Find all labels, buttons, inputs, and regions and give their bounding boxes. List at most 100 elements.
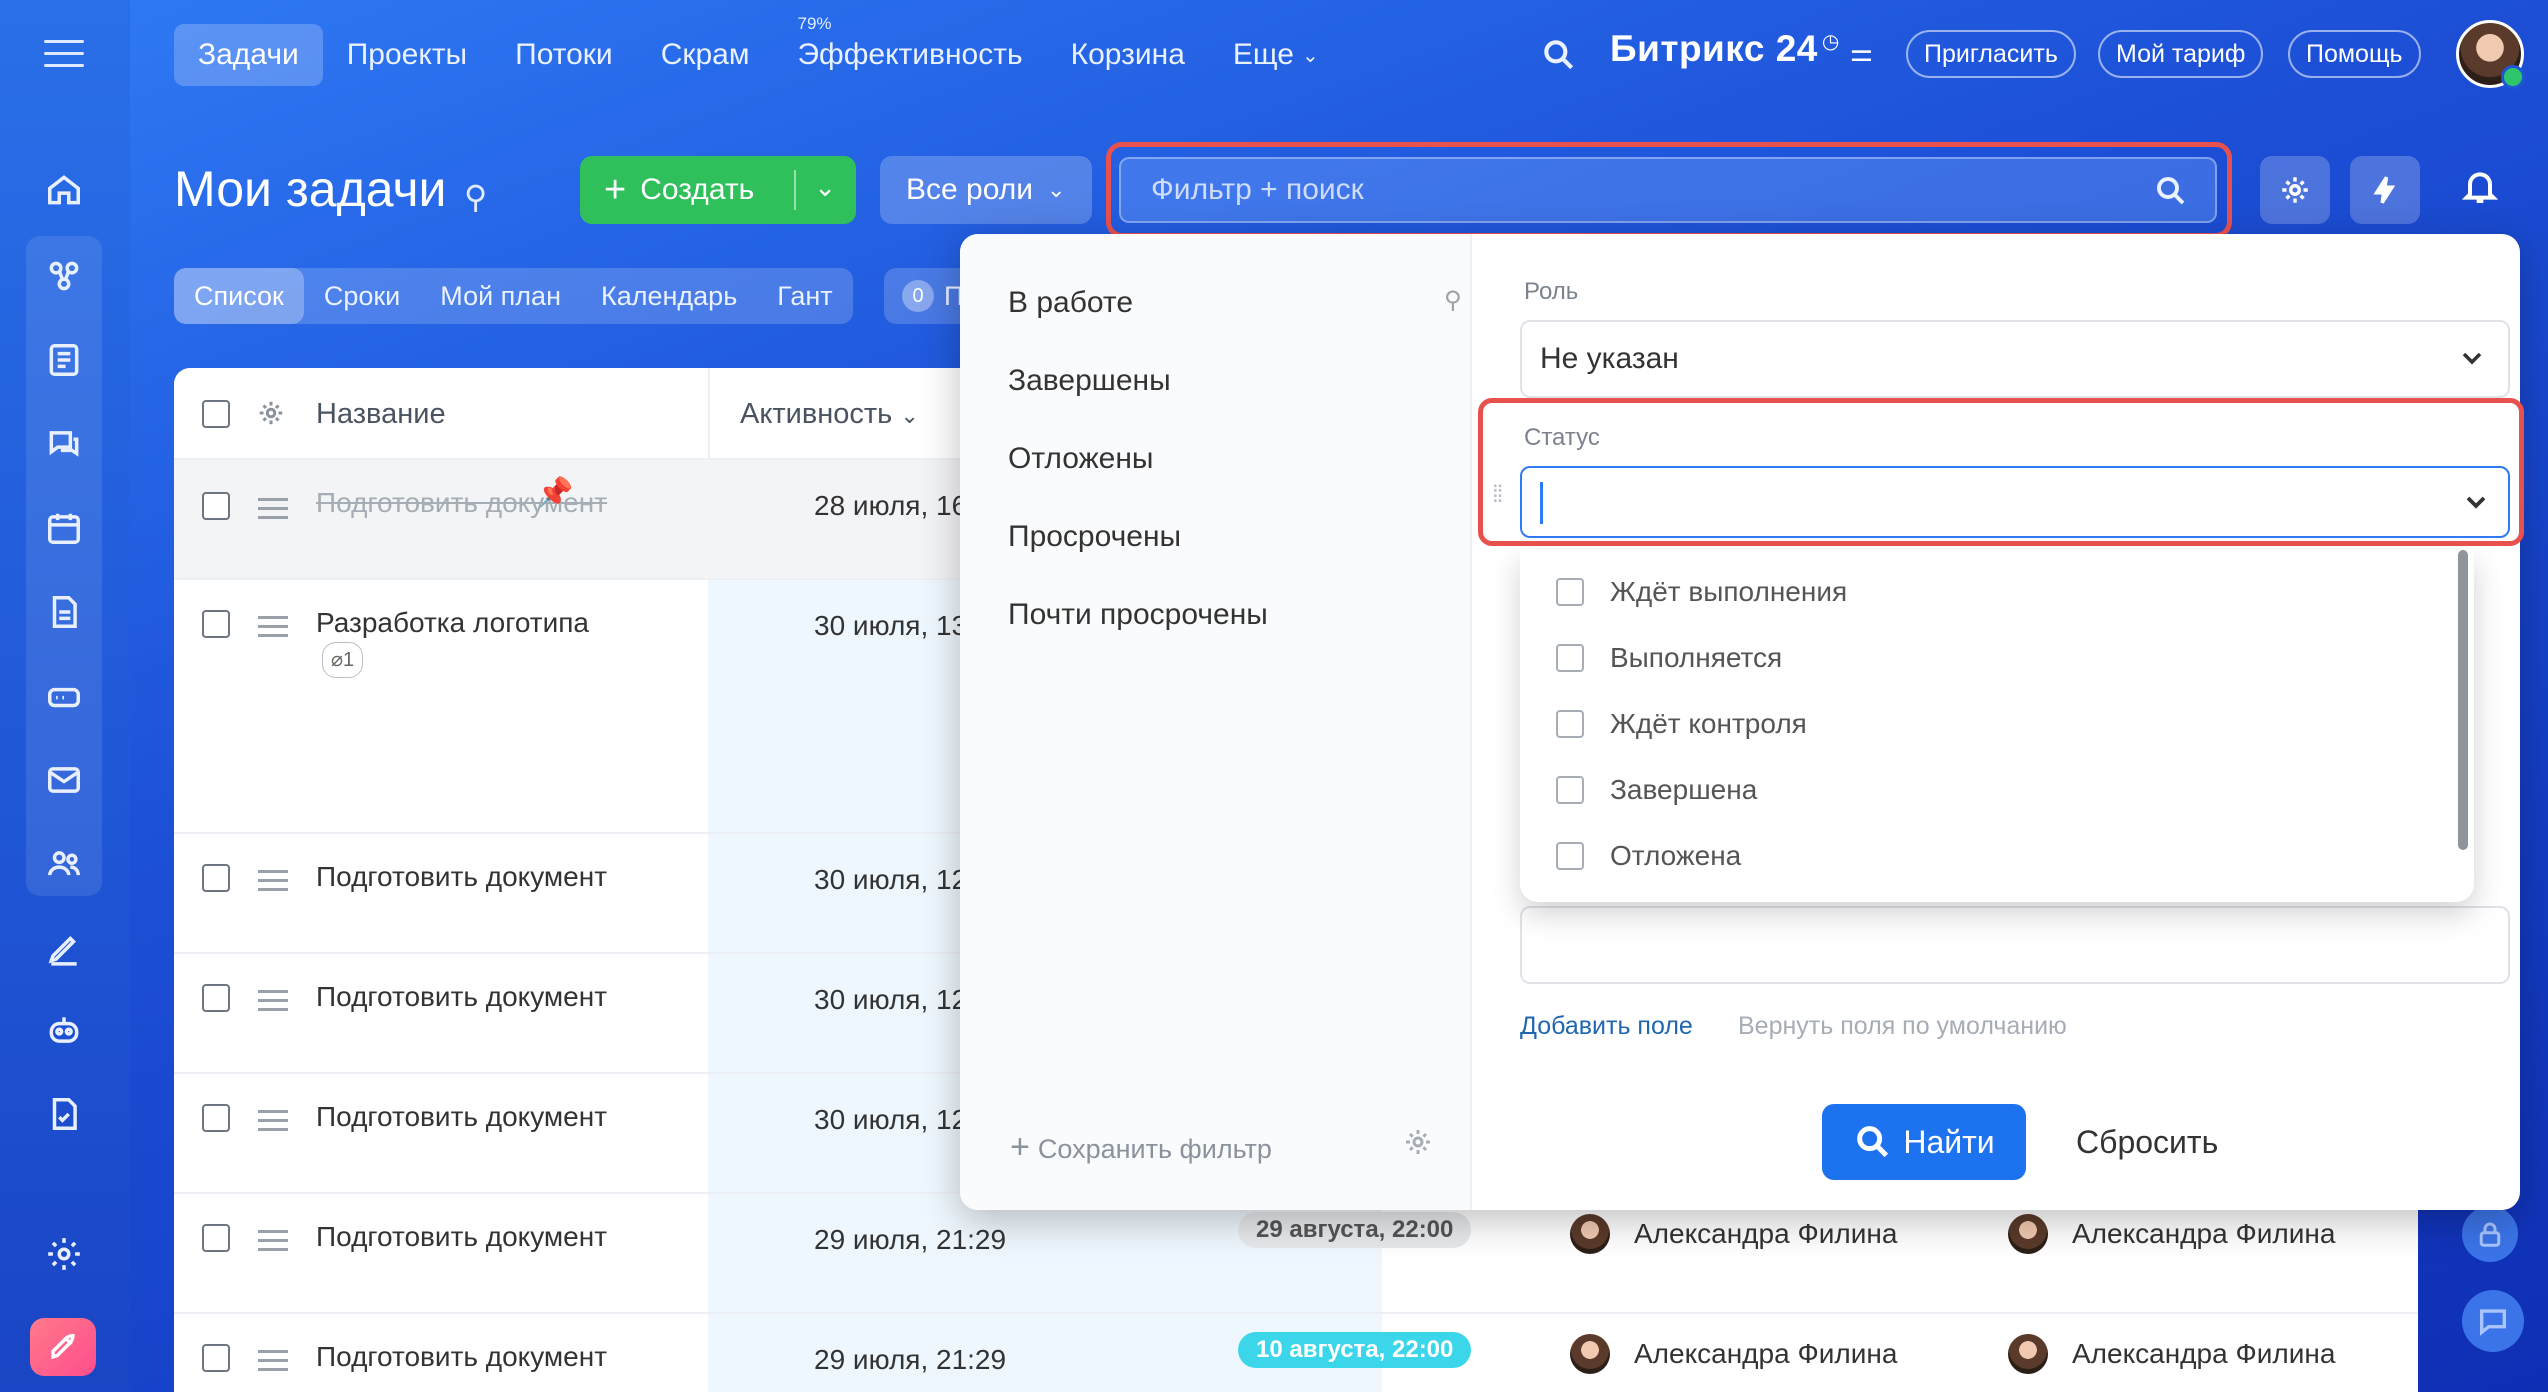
option-checkbox[interactable] — [1556, 644, 1584, 672]
chat-bubble-icon[interactable] — [2462, 1290, 2524, 1352]
responsible-person[interactable]: Александра Филина — [1570, 1214, 1897, 1254]
drag-handle-icon[interactable] — [258, 616, 288, 643]
task-title[interactable]: Подготовить документ — [316, 1100, 616, 1134]
tariff-button[interactable]: Мой тариф — [2098, 30, 2264, 78]
tab-list[interactable]: Список — [174, 268, 304, 324]
pin-icon[interactable]: 📌 — [536, 476, 573, 511]
lock-icon[interactable] — [2462, 1206, 2518, 1262]
help-button[interactable]: Помощь — [2288, 30, 2421, 78]
creator-person[interactable]: Александра Филина — [2008, 1214, 2335, 1254]
search-icon[interactable] — [2153, 173, 2189, 217]
drag-handle-icon[interactable] — [258, 498, 288, 525]
status-option[interactable]: Ждёт выполнения — [1556, 576, 1847, 608]
mail-icon[interactable] — [44, 760, 84, 800]
pin-icon[interactable]: ⚲ — [1444, 286, 1462, 315]
invite-button[interactable]: Пригласить — [1906, 30, 2076, 78]
filter-field[interactable] — [1520, 906, 2510, 984]
nav-trash[interactable]: Корзина — [1047, 24, 1209, 86]
task-title[interactable]: Разработка логотипа ⌀1 — [316, 606, 616, 678]
settings-icon[interactable] — [44, 1234, 84, 1274]
row-checkbox[interactable] — [202, 610, 230, 638]
menu-burger-icon[interactable] — [44, 40, 84, 68]
status-option[interactable]: Отложена — [1556, 840, 1741, 872]
status-option[interactable]: Ждёт контроля — [1556, 708, 1807, 740]
status-option[interactable]: Выполняется — [1556, 642, 1782, 674]
row-checkbox[interactable] — [202, 1224, 230, 1252]
drag-handle-icon[interactable] — [258, 990, 288, 1017]
find-button[interactable]: Найти — [1822, 1104, 2026, 1180]
option-checkbox[interactable] — [1556, 578, 1584, 606]
copilot-icon[interactable] — [44, 1010, 84, 1050]
calendar-icon[interactable] — [44, 508, 84, 548]
creator-person[interactable]: Александра Филина — [2008, 1334, 2335, 1374]
automation-button[interactable] — [2350, 156, 2420, 224]
column-activity[interactable]: Активность ⌄ — [740, 398, 919, 431]
nav-efficiency[interactable]: 79% Эффективность — [773, 14, 1046, 86]
option-checkbox[interactable] — [1556, 710, 1584, 738]
chevron-down-icon[interactable]: ⌄ — [814, 172, 836, 203]
tasks-flow-icon[interactable] — [44, 256, 84, 296]
status-option[interactable]: Завершена — [1556, 774, 1757, 806]
add-field-link[interactable]: Добавить поле — [1520, 1012, 1693, 1041]
preset-deferred[interactable]: Отложены — [1008, 442, 1154, 476]
nav-more[interactable]: Еще ⌄ — [1209, 24, 1343, 86]
nav-flows[interactable]: Потоки — [491, 24, 637, 86]
table-row[interactable]: Подготовить документ 29 июля, 21:29 29 а… — [174, 1194, 2418, 1314]
tab-my-plan[interactable]: Мой план — [420, 268, 581, 324]
preset-overdue[interactable]: Просрочены — [1008, 520, 1181, 554]
task-title[interactable]: Подготовить документ — [316, 1340, 616, 1374]
tab-gantt[interactable]: Гант — [757, 268, 852, 324]
sliders-icon[interactable]: ⚌ — [1850, 37, 1874, 67]
table-row[interactable]: Подготовить документ 29 июля, 21:29 10 а… — [174, 1314, 2418, 1392]
row-checkbox[interactable] — [202, 1344, 230, 1372]
restore-fields-link[interactable]: Вернуть поля по умолчанию — [1738, 1012, 2067, 1041]
task-title[interactable]: Подготовить документ — [316, 1220, 616, 1254]
drag-handle-icon[interactable] — [258, 1350, 288, 1377]
scrollbar[interactable] — [2458, 550, 2468, 850]
attachment-badge[interactable]: ⌀1 — [322, 642, 364, 678]
home-icon[interactable] — [44, 170, 84, 210]
row-checkbox[interactable] — [202, 1104, 230, 1132]
drive-icon[interactable] — [44, 676, 84, 716]
search-icon[interactable] — [1540, 36, 1578, 74]
gear-icon[interactable] — [256, 398, 286, 433]
feed-icon[interactable] — [44, 340, 84, 380]
option-checkbox[interactable] — [1556, 776, 1584, 804]
option-checkbox[interactable] — [1556, 842, 1584, 870]
employees-icon[interactable] — [44, 844, 84, 884]
task-title[interactable]: Подготовить документ — [316, 980, 616, 1014]
tab-calendar[interactable]: Календарь — [581, 268, 757, 324]
drag-handle-icon[interactable] — [258, 1110, 288, 1137]
chat-icon[interactable] — [44, 424, 84, 464]
row-checkbox[interactable] — [202, 492, 230, 520]
user-avatar[interactable] — [2456, 20, 2525, 89]
document-icon[interactable] — [44, 592, 84, 632]
tab-deadlines[interactable]: Сроки — [304, 268, 420, 324]
preset-almost-overdue[interactable]: Почти просрочены — [1008, 598, 1268, 632]
column-name[interactable]: Название — [316, 398, 446, 431]
roles-button[interactable]: Все роли ⌄ — [880, 156, 1092, 224]
forms-icon[interactable] — [44, 1094, 84, 1134]
deadline-badge[interactable]: 29 августа, 22:00 — [1238, 1212, 1472, 1248]
row-checkbox[interactable] — [202, 984, 230, 1012]
create-button[interactable]: + Создать ⌄ — [580, 156, 856, 224]
select-all-checkbox[interactable] — [202, 400, 230, 428]
pin-icon[interactable]: ⚲ — [464, 178, 487, 216]
deadline-badge[interactable]: 10 августа, 22:00 — [1238, 1332, 1472, 1368]
preset-in-progress[interactable]: В работе — [1008, 286, 1133, 320]
sign-icon[interactable] — [44, 928, 84, 968]
nav-scrum[interactable]: Скрам — [637, 24, 774, 86]
filter-search-input[interactable]: Фильтр + поиск — [1119, 157, 2217, 223]
task-title[interactable]: Подготовить документ — [316, 860, 616, 894]
settings-button[interactable] — [2260, 156, 2330, 224]
gear-icon[interactable] — [1402, 1126, 1434, 1163]
save-filter-button[interactable]: + Сохранить фильтр — [1010, 1128, 1272, 1167]
brand-logo[interactable]: Битрикс 24 ◷ ⚌ — [1610, 28, 1874, 70]
drag-handle-icon[interactable] — [258, 870, 288, 897]
rocket-icon[interactable] — [30, 1318, 96, 1376]
reset-button[interactable]: Сбросить — [2076, 1124, 2218, 1161]
drag-handle-icon[interactable] — [258, 1230, 288, 1257]
nav-projects[interactable]: Проекты — [323, 24, 491, 86]
preset-completed[interactable]: Завершены — [1008, 364, 1171, 398]
nav-tasks[interactable]: Задачи — [174, 24, 323, 86]
